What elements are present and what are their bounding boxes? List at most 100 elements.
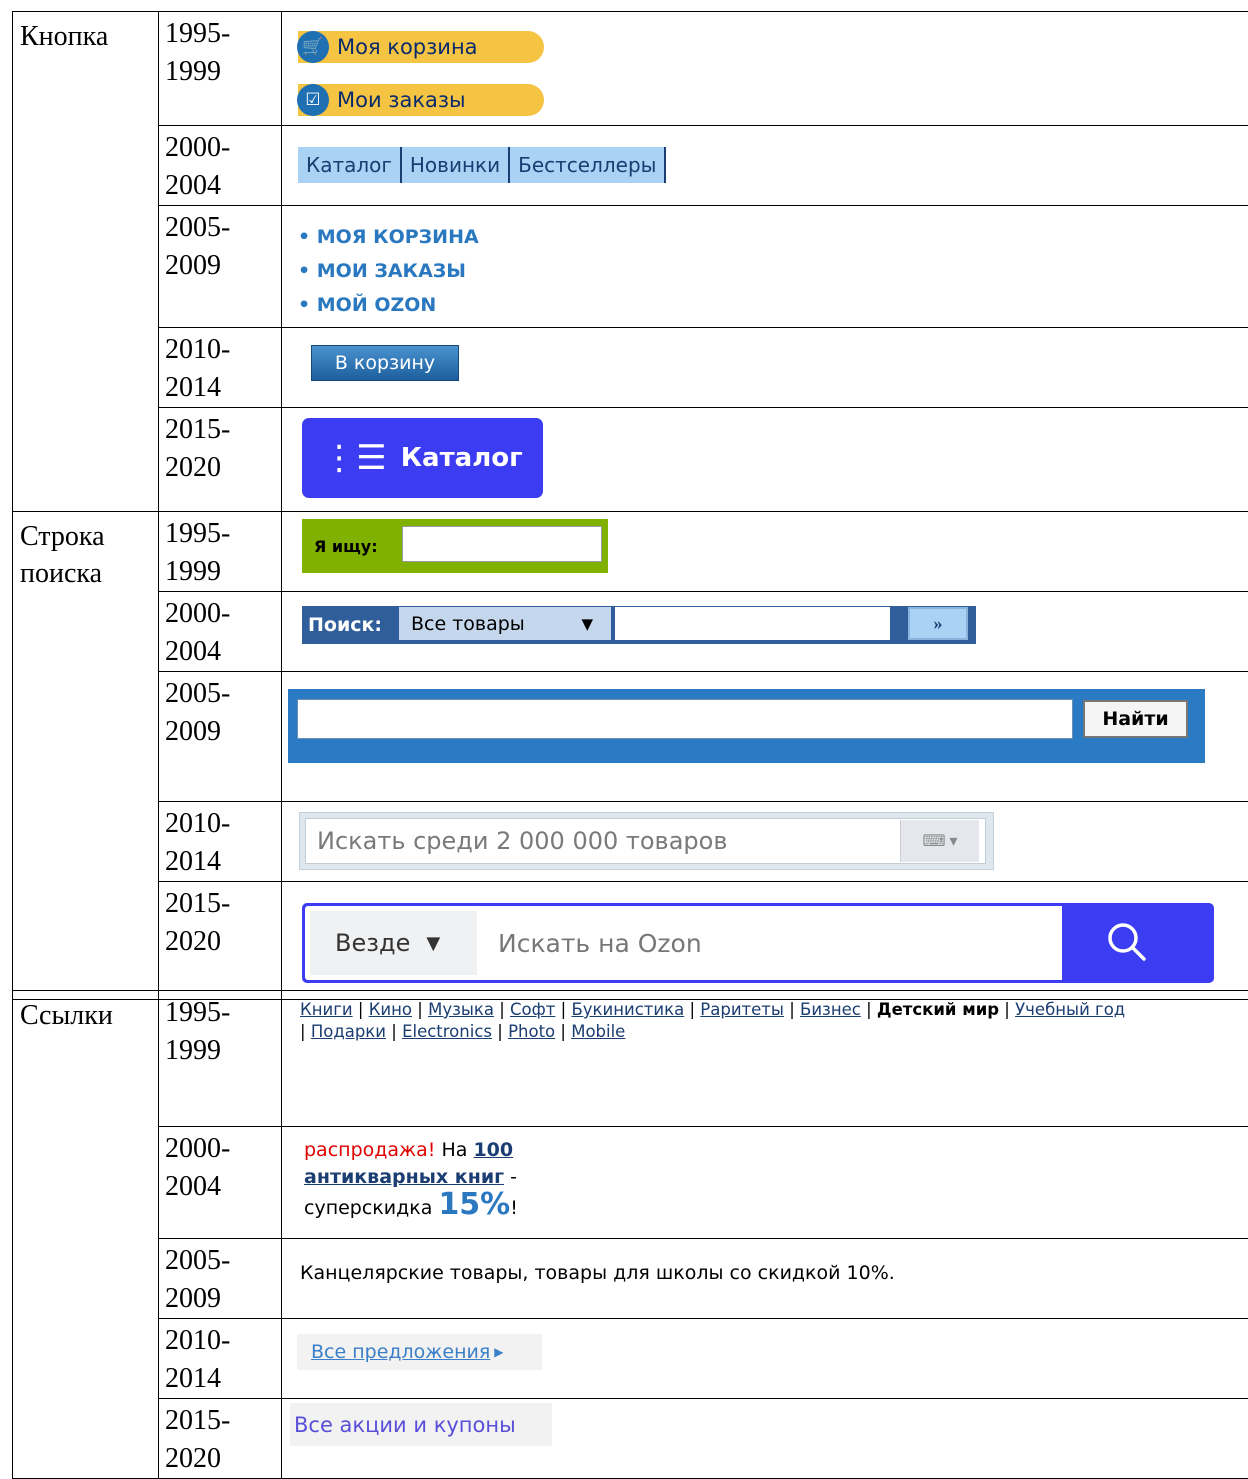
search-bar-2005: Найти [288,689,1205,763]
search-bar-2010: Искать среди 2 000 000 товаров ⌨ ▾ [299,812,994,870]
example-cell: распродажа! На 100 антикварных книг - су… [282,1127,1248,1239]
example-cell: Книги | Кино | Музыка | Софт | Букинисти… [282,991,1248,1127]
example-cell: 🛒 Моя корзина ☑ Мои заказы [282,12,1248,126]
link-my-ozon[interactable]: МОЙ OZON [298,288,479,322]
exclamation: ! [510,1197,518,1219]
promo-dash: - [510,1166,517,1188]
example-cell: Искать среди 2 000 000 товаров ⌨ ▾ [282,802,1248,882]
link-gifts[interactable]: Подарки [311,1022,386,1041]
link-school-year[interactable]: Учебный год [1015,1000,1125,1019]
year-label: 1995- 1999 [159,12,281,91]
search-input[interactable] [402,526,602,562]
search-input[interactable]: Искать среди 2 000 000 товаров [305,818,986,864]
all-offers-link-box: Все предложения ▶ [297,1334,542,1370]
category-select[interactable]: Все товары ▼ [399,607,611,640]
catalog-button[interactable]: ⋮☰ Каталог [302,418,543,498]
tab-bestsellers[interactable]: Бестселлеры [510,147,666,183]
nav-tabs: Каталог Новинки Бестселлеры [298,147,666,183]
link-books[interactable]: Книги [300,1000,353,1019]
link-cinema[interactable]: Кино [369,1000,412,1019]
search-input[interactable] [297,699,1073,739]
search-label: Поиск: [302,614,388,636]
year-cell: 2000- 2004 [159,1127,282,1239]
section-label-links: Ссылки [13,991,158,1034]
scope-select[interactable]: Везде▼ [310,911,477,975]
stationery-promo[interactable]: Канцелярские товары, товары для школы со… [300,1261,940,1286]
section-label-button: Кнопка [13,12,158,55]
search-input[interactable]: Искать на Ozon [498,906,702,980]
example-cell: Поиск: Все товары ▼ » [282,592,1248,672]
year-label: 1995- 1999 [159,512,281,591]
category-value: Все товары [411,613,525,635]
list-icon: ⋮☰ [322,438,386,478]
tab-catalog[interactable]: Каталог [298,147,402,183]
example-cell: Найти [282,672,1248,802]
link-my-cart[interactable]: МОЯ КОРЗИНА [298,220,479,254]
year-label: 2000- 2004 [159,126,281,205]
my-cart-button[interactable]: 🛒 Моя корзина [298,31,544,63]
year-label: 2010- 2014 [159,1319,281,1398]
search-field-wrap: Везде▼ Искать на Ozon [305,906,1062,980]
example-cell: ⋮☰ Каталог [282,408,1248,512]
search-label: Я ищу: [314,537,378,556]
year-cell: 2015- 2020 [159,882,282,1000]
year-cell: 2005- 2009 [159,206,282,328]
search-icon[interactable] [1102,917,1152,967]
year-label: 2010- 2014 [159,328,281,407]
my-cart-label: Моя корзина [337,35,478,59]
tab-new[interactable]: Новинки [402,147,510,183]
section-label-cell: Ссылки [13,991,159,1479]
add-to-cart-button[interactable]: В корзину [311,345,459,381]
discount-text: суперскидка [304,1197,432,1219]
search-input[interactable] [615,607,890,640]
section-label-cell: Кнопка [13,12,159,512]
year-label: 2015- 2020 [159,882,281,961]
link-my-orders[interactable]: МОИ ЗАКАЗЫ [298,254,479,288]
example-cell: Канцелярские товары, товары для школы со… [282,1239,1248,1319]
example-cell: Я ищу: [282,512,1248,592]
year-cell: 2015- 2020 [159,408,282,512]
section-label-search: Строка поиска [13,512,130,592]
all-offers-link[interactable]: Все предложения [311,1341,490,1363]
year-cell: 1995- 1999 [159,991,282,1127]
year-label: 2005- 2009 [159,1239,281,1318]
find-button[interactable]: Найти [1083,700,1188,738]
checkbox-icon: ☑ [297,84,329,116]
year-label: 1995- 1999 [159,991,281,1070]
example-cell: Везде▼ Искать на Ozon [282,882,1248,1000]
link-kids-world-active[interactable]: Детский мир [877,1000,999,1019]
year-label: 2000- 2004 [159,1127,281,1206]
link-electronics[interactable]: Electronics [402,1022,492,1041]
ui-evolution-table-top: Кнопка 1995- 1999 🛒 Моя корзина ☑ Мои за… [12,11,1248,1000]
link-music[interactable]: Музыка [428,1000,494,1019]
all-promos-link[interactable]: Все акции и купоны [290,1403,552,1446]
year-label: 2005- 2009 [159,206,281,285]
year-cell: 2005- 2009 [159,672,282,802]
year-cell: 2010- 2014 [159,802,282,882]
year-cell: 2010- 2014 [159,328,282,408]
sale-text: распродажа! [304,1139,435,1161]
promo-text: На [441,1139,467,1161]
scope-value: Везде [335,929,410,957]
year-cell: 2015- 2020 [159,1399,282,1479]
year-label: 2010- 2014 [159,802,281,881]
link-antiquarian[interactable]: Букинистика [571,1000,684,1019]
search-go-button[interactable]: » [908,607,968,640]
example-cell: Все акции и купоны [282,1399,1248,1479]
year-cell: 1995- 1999 [159,12,282,126]
link-mobile[interactable]: Mobile [571,1022,625,1041]
link-business[interactable]: Бизнес [800,1000,861,1019]
my-orders-button[interactable]: ☑ Мои заказы [298,84,544,116]
year-label: 2005- 2009 [159,672,281,751]
year-cell: 1995- 1999 [159,512,282,592]
example-cell: В корзину [282,328,1248,408]
keyboard-icon[interactable]: ⌨ ▾ [900,820,979,862]
search-bar-2000: Поиск: Все товары ▼ » [302,606,976,644]
search-bar-2015: Везде▼ Искать на Ozon [302,903,1214,983]
example-cell: МОЯ КОРЗИНА МОИ ЗАКАЗЫ МОЙ OZON [282,206,1248,328]
link-rarities[interactable]: Раритеты [700,1000,784,1019]
year-label: 2015- 2020 [159,408,281,487]
link-soft[interactable]: Софт [510,1000,555,1019]
example-cell: Все предложения ▶ [282,1319,1248,1399]
link-photo[interactable]: Photo [508,1022,555,1041]
